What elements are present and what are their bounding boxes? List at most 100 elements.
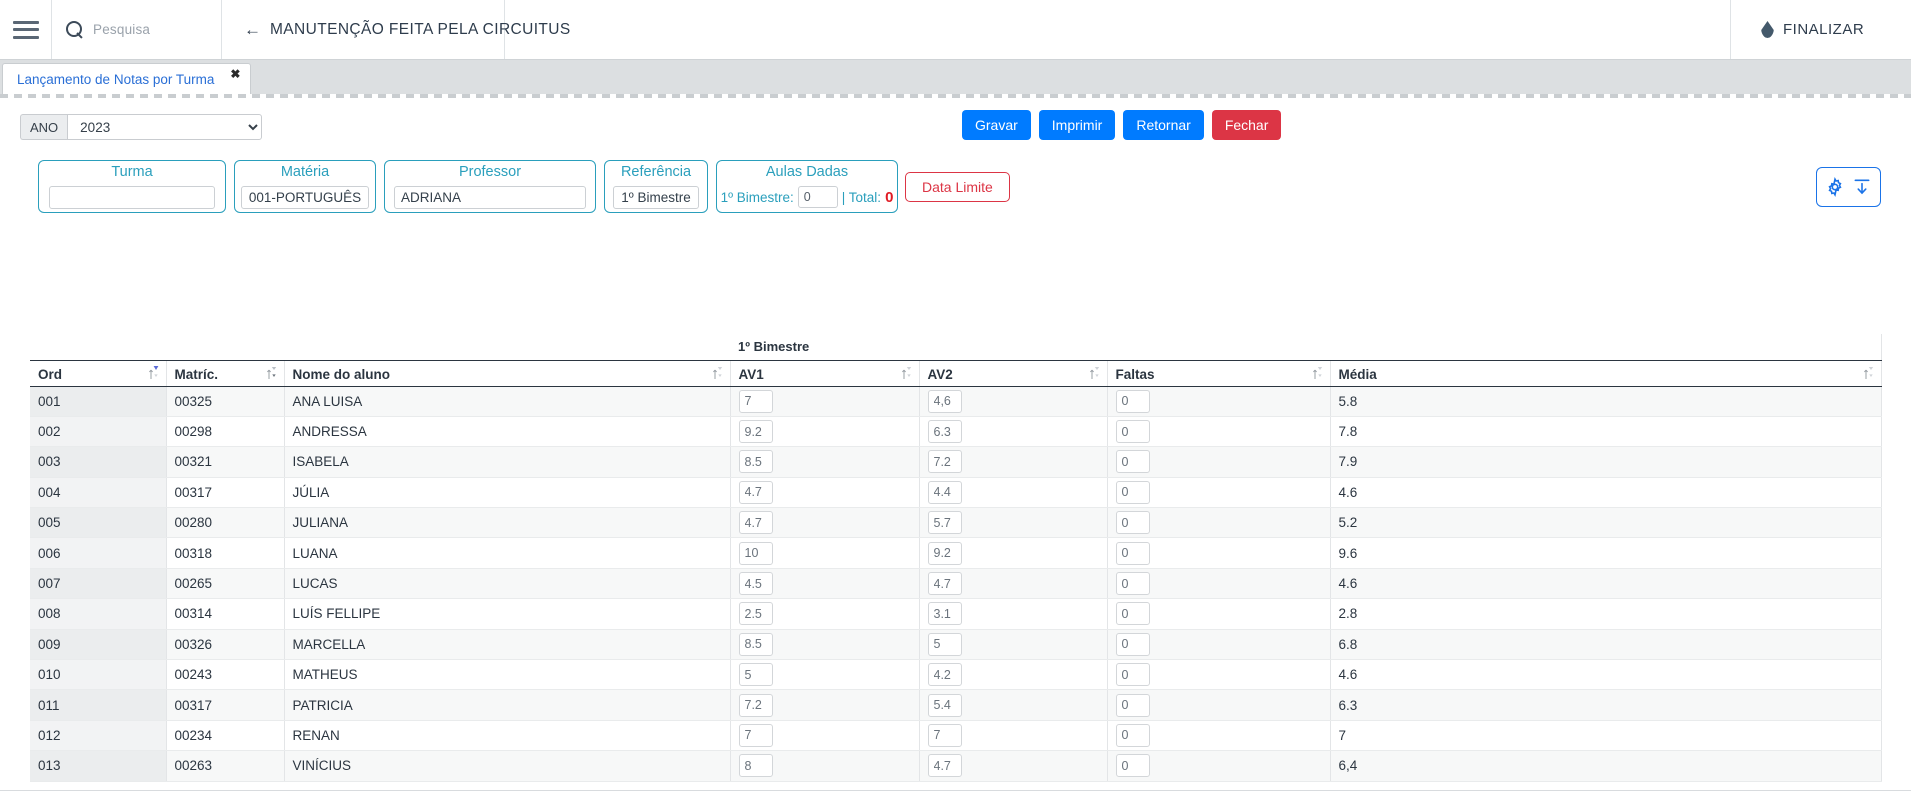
av1-input[interactable] — [738, 541, 773, 565]
av1-input[interactable] — [738, 723, 773, 747]
sort-icon[interactable] — [1089, 366, 1100, 382]
sort-icon[interactable] — [901, 366, 912, 382]
data-limite-button[interactable]: Data Limite — [905, 172, 1010, 202]
sort-icon[interactable] — [1312, 366, 1323, 382]
faltas-input[interactable] — [1115, 602, 1150, 626]
turma-input[interactable] — [49, 186, 215, 209]
column-header-av1[interactable]: AV1 — [730, 360, 920, 387]
table-row[interactable]: 00300321ISABELA 7.9 — [30, 446, 1882, 478]
aulas-bimestre-input[interactable]: 0 — [797, 186, 838, 208]
av1-input[interactable] — [738, 602, 773, 626]
imprimir-button[interactable]: Imprimir — [1038, 110, 1116, 140]
table-row[interactable]: 012 00234 RENAN 7 — [30, 720, 1882, 752]
gravar-button[interactable]: Gravar — [962, 110, 1031, 140]
faltas-input[interactable] — [1115, 420, 1150, 444]
finalizar-button[interactable]: FINALIZAR — [1731, 0, 1911, 59]
table-row[interactable]: 00500280JULIANA 5.2 — [30, 507, 1882, 539]
sort-icon[interactable] — [148, 365, 159, 382]
av1-input[interactable] — [738, 450, 773, 474]
column-header-av2-label: AV2 — [927, 366, 953, 382]
fechar-button[interactable]: Fechar — [1211, 110, 1282, 140]
back-arrow-icon[interactable]: ← — [244, 21, 261, 38]
search-input[interactable]: Pesquisa — [93, 22, 150, 37]
av2-input[interactable] — [927, 389, 962, 413]
av2-input[interactable] — [927, 541, 962, 565]
retornar-button[interactable]: Retornar — [1123, 110, 1204, 140]
materia-value[interactable]: 001-PORTUGUÊS — [240, 186, 370, 209]
column-header-matric[interactable]: Matríc. — [166, 360, 285, 387]
av2-input[interactable] — [927, 663, 962, 687]
cell-ord: 005 — [30, 507, 167, 539]
av1-input[interactable] — [738, 389, 773, 413]
av1-input[interactable] — [738, 480, 773, 504]
referencia-value[interactable]: 1º Bimestre — [613, 186, 699, 209]
year-filter-group: ANO 2023 — [20, 114, 263, 140]
av1-input[interactable] — [738, 632, 773, 656]
table-row[interactable]: 00600318LUANA 9.6 — [30, 537, 1882, 569]
column-header-faltas[interactable]: Faltas — [1107, 360, 1331, 387]
cell-av2 — [919, 598, 1108, 630]
table-row[interactable]: 00900326MARCELLA 6.8 — [30, 629, 1882, 661]
av2-input[interactable] — [927, 572, 962, 596]
column-header-ord[interactable]: Ord — [30, 360, 167, 387]
av2-input[interactable] — [927, 754, 962, 778]
av2-input[interactable] — [927, 480, 962, 504]
av1-input[interactable] — [738, 663, 773, 687]
sort-icon[interactable] — [266, 366, 277, 382]
table-row[interactable]: 00800314LUÍS FELLIPE 2.8 — [30, 598, 1882, 630]
cell-faltas — [1107, 659, 1331, 691]
table-row[interactable]: 00100325ANA LUISA 5.8 — [30, 386, 1882, 417]
faltas-input[interactable] — [1115, 663, 1150, 687]
search-area[interactable]: Pesquisa — [52, 0, 222, 59]
table-row[interactable]: 00400317JÚLIA 4.6 — [30, 477, 1882, 509]
menu-button[interactable] — [0, 0, 52, 59]
av2-input[interactable] — [927, 632, 962, 656]
faltas-input[interactable] — [1115, 754, 1150, 778]
cell-matric: 00314 — [166, 598, 285, 630]
cell-av1 — [730, 720, 920, 752]
table-row[interactable]: 00200298ANDRESSA 7.8 — [30, 416, 1882, 448]
table-row[interactable]: 01000243MATHEUS 4.6 — [30, 659, 1882, 691]
grid-settings-button[interactable] — [1816, 167, 1881, 207]
turma-legend: Turma — [111, 164, 153, 180]
av2-input[interactable] — [927, 511, 962, 535]
faltas-input[interactable] — [1115, 450, 1150, 474]
av1-input[interactable] — [738, 511, 773, 535]
faltas-input[interactable] — [1115, 511, 1150, 535]
av2-input[interactable] — [927, 450, 962, 474]
faltas-input[interactable] — [1115, 541, 1150, 565]
aulas-bimestre-label: 1º Bimestre: — [720, 189, 794, 205]
av1-input[interactable] — [738, 754, 773, 778]
tab-lancamento-de-notas[interactable]: Lançamento de Notas por Turma ✖ — [2, 63, 252, 94]
av2-input[interactable] — [927, 693, 962, 717]
app-title-area[interactable]: ← MANUTENÇÃO FEITA PELA CIRCUITUS — [222, 0, 570, 59]
cell-ord: 011 — [30, 689, 167, 721]
close-icon[interactable]: ✖ — [230, 67, 240, 81]
faltas-input[interactable] — [1115, 693, 1150, 717]
faltas-input[interactable] — [1115, 389, 1150, 413]
column-header-media-label: Média — [1338, 366, 1377, 382]
year-select[interactable]: 2023 — [67, 114, 263, 140]
column-header-av2[interactable]: AV2 — [919, 360, 1108, 387]
sort-icon[interactable] — [1863, 366, 1874, 382]
table-row[interactable]: 01300263VINÍCIUS 6,4 — [30, 750, 1882, 782]
faltas-input[interactable] — [1115, 572, 1150, 596]
av1-input[interactable] — [738, 572, 773, 596]
faltas-input[interactable] — [1115, 632, 1150, 656]
column-header-media[interactable]: Média — [1330, 360, 1882, 387]
faltas-input[interactable] — [1115, 723, 1150, 747]
search-icon[interactable] — [66, 21, 83, 38]
table-row[interactable]: 01100317PATRICIA 6.3 — [30, 689, 1882, 721]
table-row[interactable]: 00700265LUCAS 4.6 — [30, 568, 1882, 600]
faltas-input[interactable] — [1115, 480, 1150, 504]
av1-input[interactable] — [738, 420, 773, 444]
tab-label: Lançamento de Notas por Turma — [17, 71, 215, 87]
aulas-total-value: 0 — [885, 188, 894, 206]
sort-icon[interactable] — [712, 366, 723, 382]
column-header-nome[interactable]: Nome do aluno — [284, 360, 731, 387]
professor-input[interactable] — [394, 186, 586, 209]
av1-input[interactable] — [738, 693, 773, 717]
av2-input[interactable] — [927, 723, 962, 747]
av2-input[interactable] — [927, 420, 962, 444]
av2-input[interactable] — [927, 602, 962, 626]
